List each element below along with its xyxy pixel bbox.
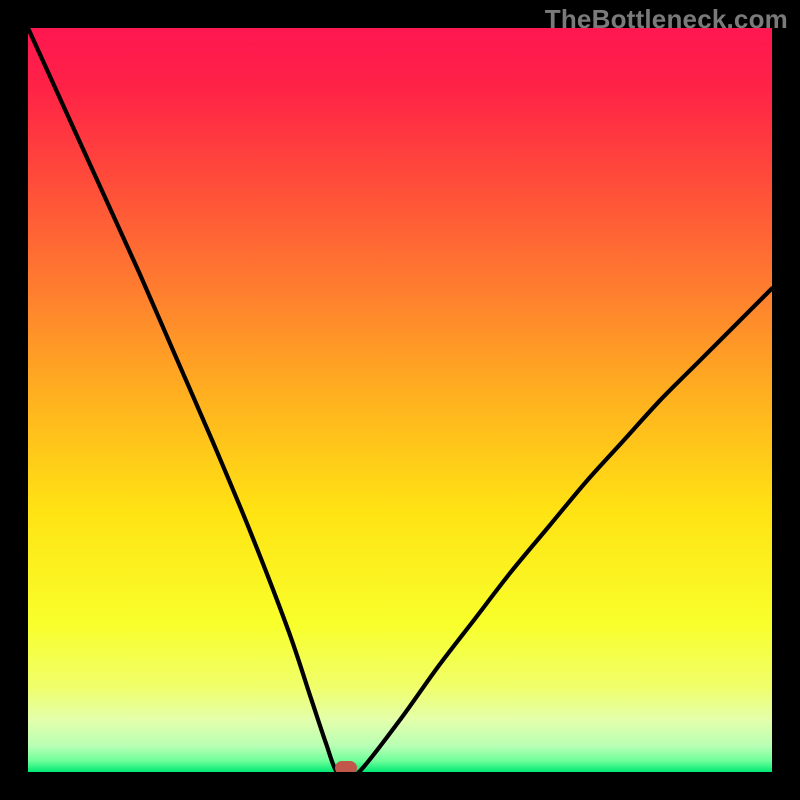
optimum-marker (335, 761, 357, 772)
chart-frame: TheBottleneck.com (0, 0, 800, 800)
bottleneck-curve (28, 28, 772, 772)
plot-area (28, 28, 772, 772)
watermark-text: TheBottleneck.com (545, 4, 788, 35)
